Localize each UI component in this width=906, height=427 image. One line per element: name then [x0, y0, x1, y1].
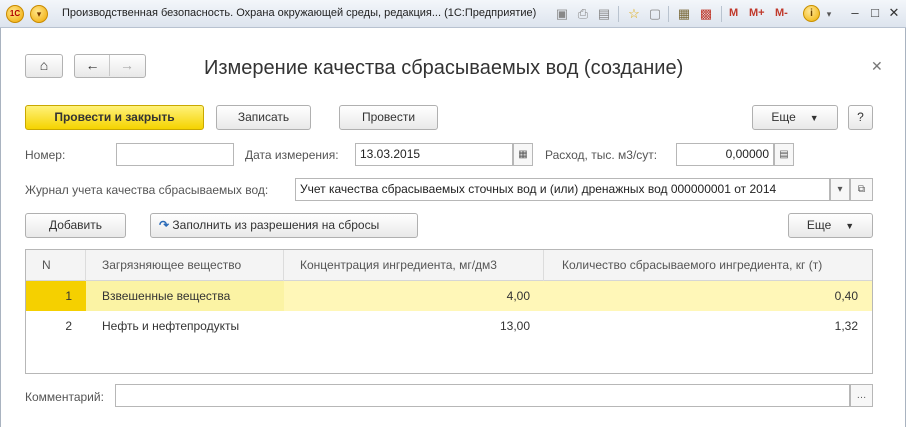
- journal-field[interactable]: Учет качества сбрасываемых сточных вод и…: [295, 178, 830, 201]
- table-row[interactable]: 1 Взвешенные вещества 4,00 0,40: [26, 281, 872, 311]
- row-number: 2: [65, 319, 72, 333]
- back-arrow-icon[interactable]: ←: [76, 55, 110, 76]
- history-nav: ← →: [74, 54, 146, 78]
- column-header-n[interactable]: N: [26, 250, 86, 281]
- page-title: Измерение качества сбрасываемых вод (соз…: [204, 57, 684, 79]
- row-quantity: 0,40: [544, 281, 872, 311]
- caret-down-icon: ▼: [809, 113, 819, 123]
- toolbar-separator: [668, 6, 669, 22]
- flow-label: Расход, тыс. м3/сут:: [545, 148, 658, 162]
- calculator-icon[interactable]: ▦: [675, 5, 693, 23]
- column-header-concentration[interactable]: Концентрация ингредиента, мг/дм3: [284, 250, 544, 281]
- row-concentration: 4,00: [284, 281, 544, 311]
- window-titlebar: 1С ▾ Производственная безопасность. Охра…: [0, 0, 906, 28]
- calendar-icon[interactable]: ▩: [697, 5, 715, 23]
- info-icon[interactable]: i: [803, 5, 820, 22]
- calculator-picker-icon[interactable]: ▤: [774, 143, 794, 166]
- fill-from-permit-label: Заполнить из разрешения на сбросы: [172, 218, 380, 232]
- fill-arrow-icon: ↷: [159, 218, 170, 232]
- journal-label: Журнал учета качества сбрасываемых вод:: [25, 183, 269, 197]
- toolbar-separator: [618, 6, 619, 22]
- maximize-icon[interactable]: □: [865, 4, 885, 22]
- comment-field[interactable]: [115, 384, 850, 407]
- chevron-down-icon[interactable]: ▾: [820, 5, 838, 23]
- forward-arrow-icon[interactable]: →: [110, 55, 144, 76]
- date-field[interactable]: 13.03.2015: [355, 143, 513, 166]
- more-button[interactable]: Еще ▼: [752, 105, 838, 130]
- window-title: Производственная безопасность. Охрана ок…: [62, 7, 537, 19]
- minimize-icon[interactable]: –: [845, 4, 865, 22]
- memory-m-button[interactable]: M: [729, 7, 738, 19]
- table-more-button[interactable]: Еще ▼: [788, 213, 873, 238]
- home-icon: ⌂: [39, 57, 49, 73]
- number-label: Номер:: [25, 148, 66, 162]
- post-and-close-button[interactable]: Провести и закрыть: [25, 105, 204, 130]
- history-icon[interactable]: ▢: [646, 5, 664, 23]
- column-header-substance[interactable]: Загрязняющее вещество: [86, 250, 284, 281]
- toolbar-separator: [721, 6, 722, 22]
- caret-down-icon: ▼: [845, 221, 855, 231]
- post-button[interactable]: Провести: [339, 105, 438, 130]
- dropdown-arrow-icon[interactable]: ▾: [830, 178, 850, 201]
- main-menu-button[interactable]: ▾: [30, 5, 48, 23]
- home-button[interactable]: ⌂: [25, 54, 63, 78]
- print-icon[interactable]: ⎙: [574, 5, 592, 23]
- favorites-icon[interactable]: ☆: [625, 5, 643, 23]
- ellipsis-icon[interactable]: …: [850, 384, 873, 407]
- table-more-label: Еще: [806, 218, 832, 232]
- comment-label: Комментарий:: [25, 390, 104, 404]
- substances-table: N Загрязняющее вещество Концентрация инг…: [25, 249, 873, 374]
- preview-icon[interactable]: ▤: [595, 5, 613, 23]
- row-substance: Взвешенные вещества: [102, 289, 231, 303]
- calendar-picker-icon[interactable]: ▦: [513, 143, 533, 166]
- row-concentration: 13,00: [499, 319, 530, 333]
- row-substance: Нефть и нефтепродукты: [102, 319, 240, 333]
- close-form-icon[interactable]: ✕: [871, 58, 883, 75]
- date-label: Дата измерения:: [245, 148, 339, 162]
- memory-mplus-button[interactable]: M+: [749, 7, 765, 19]
- open-link-icon[interactable]: ⧉: [850, 178, 873, 201]
- save-button[interactable]: Записать: [216, 105, 311, 130]
- column-header-quantity[interactable]: Количество сбрасываемого ингредиента, кг…: [544, 250, 872, 281]
- 1c-logo-icon: 1С: [6, 5, 24, 23]
- close-window-icon[interactable]: ✕: [884, 4, 904, 22]
- help-button[interactable]: ?: [848, 105, 873, 130]
- flow-field[interactable]: 0,00000: [676, 143, 774, 166]
- memory-mminus-button[interactable]: M-: [775, 7, 788, 19]
- number-field[interactable]: [116, 143, 234, 166]
- row-number: 1: [26, 281, 86, 311]
- more-button-label: Еще: [771, 110, 796, 124]
- fill-from-permit-button[interactable]: ↷ Заполнить из разрешения на сбросы: [150, 213, 418, 238]
- table-header: N Загрязняющее вещество Концентрация инг…: [26, 250, 872, 281]
- save-icon[interactable]: ▣: [553, 5, 571, 23]
- row-quantity: 1,32: [834, 319, 858, 333]
- table-row[interactable]: 2 Нефть и нефтепродукты 13,00 1,32: [26, 311, 872, 341]
- add-row-button[interactable]: Добавить: [25, 213, 126, 238]
